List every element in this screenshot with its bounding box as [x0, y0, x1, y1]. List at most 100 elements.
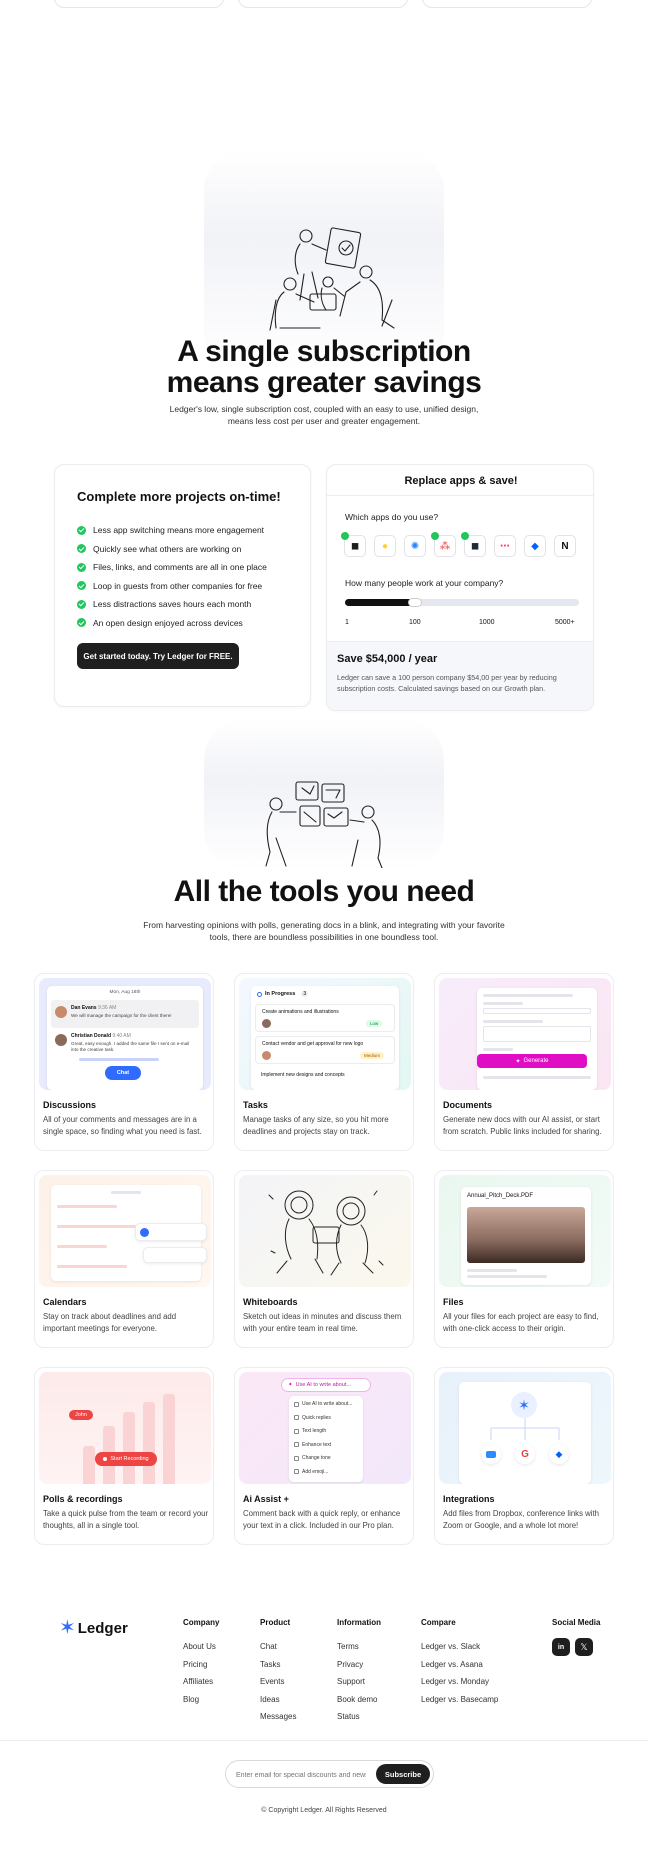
monday-icon[interactable]: ⋯ [494, 535, 516, 557]
brand-name: Ledger [77, 1619, 128, 1637]
footer-link[interactable]: Privacy [337, 1660, 363, 1669]
tool-tile-tasks[interactable]: In Progress 3 Create animations and illus… [234, 973, 414, 1151]
start-recording-button[interactable]: Start Recording [95, 1452, 157, 1466]
footer-logo[interactable]: ✶ Ledger [59, 1618, 128, 1638]
people-slider-track[interactable] [345, 598, 579, 607]
footer-link[interactable]: Book demo [337, 1695, 377, 1704]
footer-link[interactable]: Ideas [260, 1695, 280, 1704]
tool-tile-ai-assist[interactable]: ✦ Use AI to write about... Use AI to writ… [234, 1367, 414, 1545]
footer-link[interactable]: Ledger vs. Slack [421, 1642, 480, 1651]
check-icon [77, 599, 86, 609]
benefit-item: Files, links, and comments are all in on… [77, 558, 267, 577]
tile-desc: Manage tasks of any size, so you hit mor… [243, 1115, 389, 1136]
footer-link[interactable]: Tasks [260, 1660, 280, 1669]
subscribe-button[interactable]: Subscribe [376, 1764, 430, 1784]
tile-desc: Add files from Dropbox, conference links… [443, 1509, 600, 1530]
figma-icon[interactable]: ◼ [341, 532, 366, 557]
task-badge: Low [366, 1020, 383, 1027]
footer-link[interactable]: Messages [260, 1712, 296, 1721]
google-icon: G [515, 1444, 535, 1464]
footer-link[interactable]: Ledger vs. Basecamp [421, 1695, 498, 1704]
poll-bar [163, 1394, 175, 1484]
footer-link[interactable]: Ledger vs. Monday [421, 1677, 489, 1686]
get-started-button[interactable]: Get started today. Try Ledger for FREE. [77, 643, 239, 669]
tool-tile-documents[interactable]: ✦ Generate Documents Generate new docs wi… [434, 973, 614, 1151]
jira-icon[interactable]: ✺ [404, 535, 426, 557]
poll-bar [123, 1412, 135, 1484]
selected-check-icon [461, 532, 469, 540]
people-slider-thumb[interactable] [408, 598, 423, 607]
tile-desc: Stay on track about deadlines and add im… [43, 1312, 177, 1333]
ai-assist-preview: ✦ Use AI to write about... Use AI to writ… [239, 1372, 411, 1484]
copyright: © Copyright Ledger. All Rights Reserved [261, 1807, 387, 1814]
footer-link[interactable]: Affiliates [183, 1677, 213, 1686]
tile-desc: All of your comments and messages are in… [43, 1115, 202, 1136]
chat-user: Christian Donald 9:40 AM [71, 1033, 131, 1039]
tool-tile-integrations[interactable]: ✶ G ◆ Integrations Add files from Dropbo… [434, 1367, 614, 1545]
benefit-item: Less distractions saves hours each month [77, 595, 267, 614]
miro-icon[interactable]: ● [374, 535, 396, 557]
footer-link[interactable]: Ledger vs. Asana [421, 1660, 483, 1669]
asana-icon[interactable]: ⁂ [431, 532, 456, 557]
polls-preview: John Start Recording [39, 1372, 211, 1484]
footer-link[interactable]: Pricing [183, 1660, 207, 1669]
footer-link[interactable]: Support [337, 1677, 365, 1686]
tool-tile-files[interactable]: Annual_Pitch_Deck.PDF Files All your fil… [434, 1170, 614, 1348]
tool-tile-polls[interactable]: John Start Recording Polls & recordings … [34, 1367, 214, 1545]
ai-option[interactable]: Change tone [294, 1455, 331, 1461]
prev-section-card [238, 0, 408, 8]
tools-title: All the tools you need [173, 875, 475, 908]
tool-tile-whiteboards[interactable]: Whiteboards Sketch out ideas in minutes … [234, 1170, 414, 1348]
footer-link[interactable]: Chat [260, 1642, 277, 1651]
ai-option[interactable]: Text length [294, 1428, 326, 1434]
dropbox-icon: ◆ [549, 1444, 569, 1464]
ledger-logo-icon: ✶ [511, 1392, 537, 1418]
task-title: Contact vendor and get approval for new … [262, 1041, 364, 1047]
ai-option[interactable]: Quick replies [294, 1415, 331, 1421]
footer-link[interactable]: Status [337, 1712, 360, 1721]
footer-link[interactable]: Blog [183, 1695, 199, 1704]
tool-tile-calendars[interactable]: Calendars Stay on track about deadlines … [34, 1170, 214, 1348]
text-line [483, 994, 573, 997]
ai-prompt-pill[interactable]: ✦ Use AI to write about... [281, 1378, 371, 1392]
check-icon [77, 544, 86, 554]
meta-line [467, 1275, 547, 1278]
benefit-item: Less app switching means more engagement [77, 521, 267, 540]
ai-option[interactable]: Add emoji... [294, 1469, 328, 1475]
option-icon [294, 1469, 299, 1474]
basecamp-icon[interactable]: ◼ [461, 532, 486, 557]
status-dot-icon [257, 991, 262, 997]
footer-link[interactable]: Events [260, 1677, 284, 1686]
x-icon[interactable]: 𝕏 [575, 1638, 593, 1656]
footer-divider [0, 1740, 648, 1741]
sparkle-icon: ✦ [288, 1382, 293, 1388]
people-slider-fill [345, 599, 416, 606]
chat-button[interactable]: Chat [105, 1066, 141, 1080]
option-icon [294, 1401, 299, 1407]
task-title: Create animations and illustrations [262, 1009, 339, 1015]
ai-option[interactable]: Enhance text [294, 1442, 331, 1448]
record-icon [103, 1457, 108, 1461]
event-line [57, 1205, 117, 1208]
benefit-item: Loop in guests from other companies for … [77, 577, 267, 596]
task-item[interactable]: Create animations and illustrations Low [255, 1004, 395, 1032]
footer-link[interactable]: Terms [337, 1642, 359, 1651]
savings-amount: Save $54,000 / year [337, 653, 438, 665]
footer-column-title: Product [260, 1618, 291, 1627]
projects-card-title: Complete more projects on-time! [77, 489, 281, 504]
generate-button[interactable]: ✦ Generate [477, 1054, 587, 1068]
integrations-window: ✶ G ◆ [459, 1382, 591, 1484]
tool-tile-discussions[interactable]: Mon, Aug 18th Dan Evans 9:36 AM We will … [34, 973, 214, 1151]
dropbox-icon[interactable]: ◆ [524, 535, 546, 557]
check-icon [77, 581, 86, 591]
notion-icon[interactable]: N [554, 535, 576, 557]
tasks-preview: In Progress 3 Create animations and illus… [239, 978, 411, 1090]
linkedin-icon[interactable]: in [552, 1638, 570, 1656]
email-input[interactable] [236, 1767, 366, 1783]
chat-message: Great, easy enough. I added the same fil… [71, 1041, 190, 1052]
projects-card: Complete more projects on-time! Less app… [54, 464, 311, 707]
tile-title: Ai Assist + [243, 1494, 289, 1504]
ai-option[interactable]: Use AI to write about... [294, 1401, 352, 1407]
footer-link[interactable]: About Us [183, 1642, 216, 1651]
task-item[interactable]: Contact vendor and get approval for new … [255, 1036, 395, 1064]
